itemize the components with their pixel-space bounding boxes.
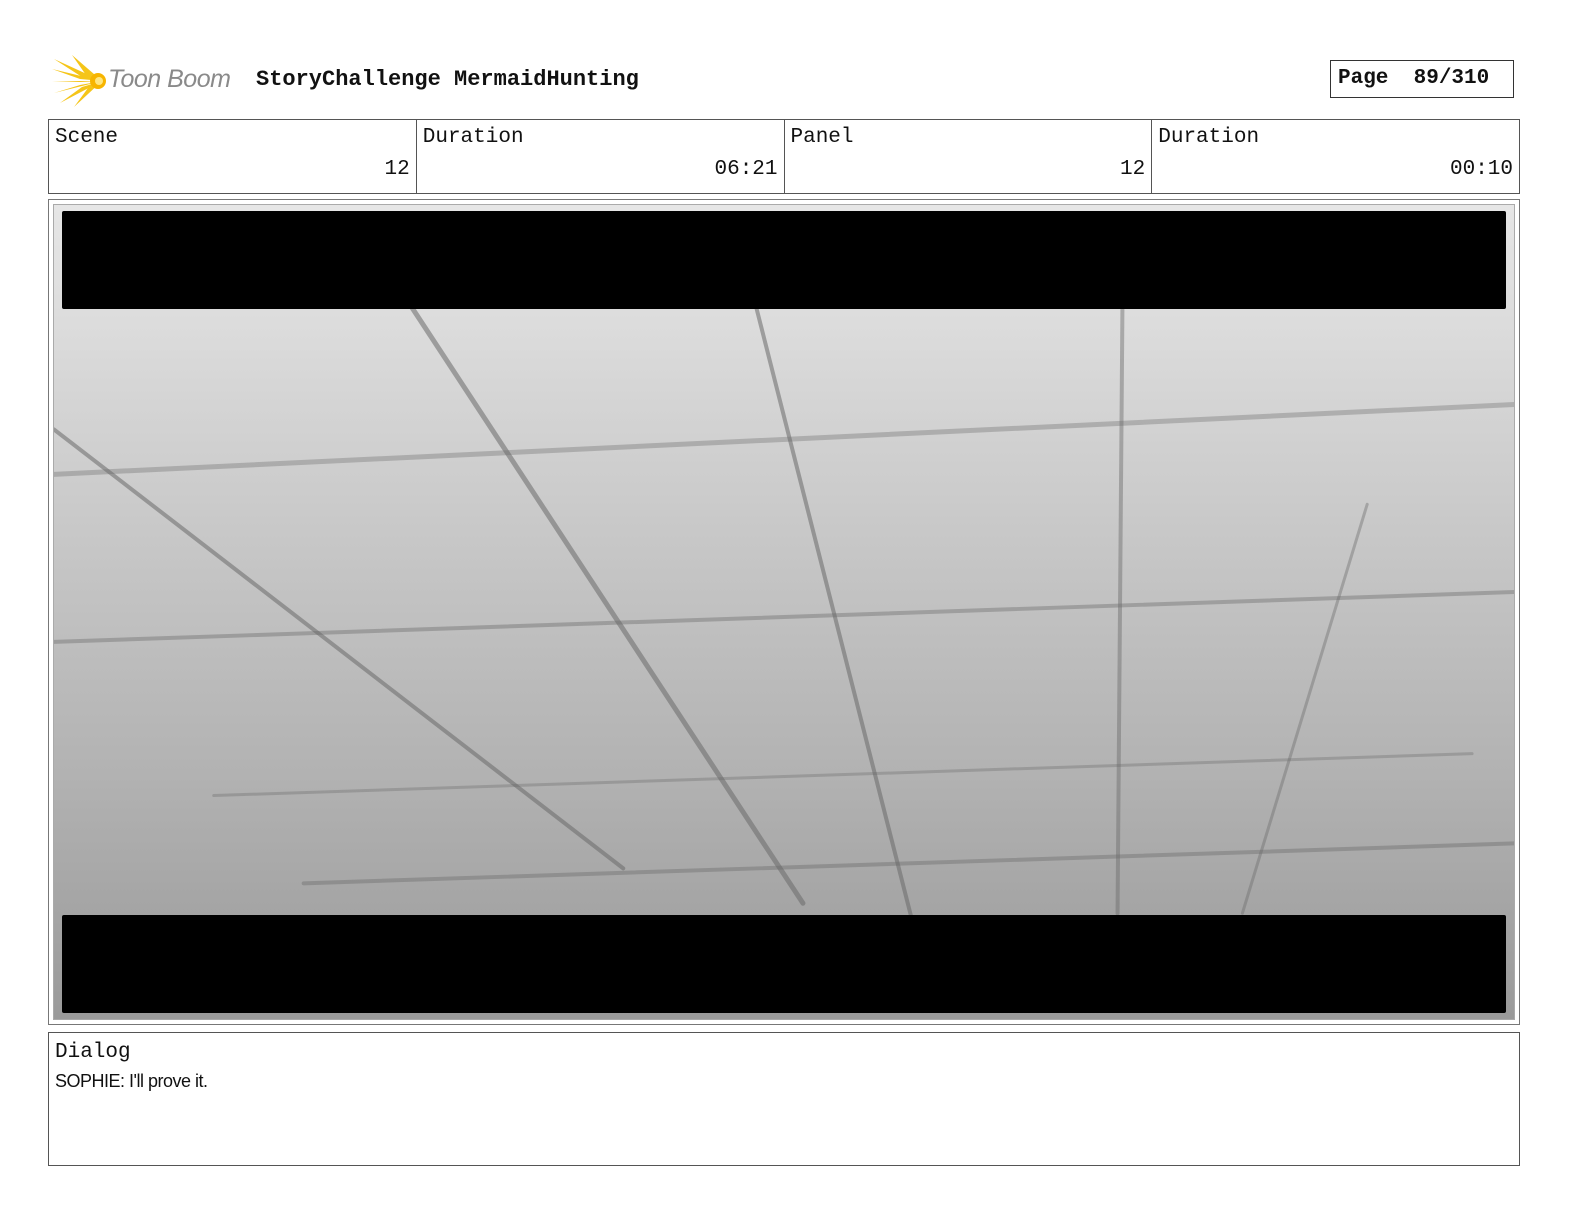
scene-value: 12 [384, 158, 410, 181]
info-table: Scene 12 Duration 06:21 Panel 12 Duratio… [48, 119, 1520, 194]
letterbox-bottom [62, 915, 1506, 1013]
logo-text: Toon Boom [108, 65, 231, 93]
toon-boom-logo: Toon Boom [52, 55, 242, 107]
scene-duration-value: 06:21 [714, 158, 778, 181]
ceiling-grid-drawing [54, 292, 1514, 926]
dialog-text: SOPHIE: I'll prove it. [55, 1071, 208, 1091]
scene-label: Scene [55, 126, 119, 149]
scene-duration-label: Duration [422, 126, 524, 149]
page-header: Toon Boom StoryChallenge MermaidHunting … [48, 55, 1538, 107]
panel-duration-cell: Duration 00:10 [1152, 120, 1519, 193]
panel-duration-value: 00:10 [1449, 158, 1513, 181]
dialog-box: Dialog SOPHIE: I'll prove it. [48, 1032, 1520, 1166]
dialog-label: Dialog [55, 1041, 131, 1064]
panel-image [53, 204, 1515, 1020]
page-number: Page 89/310 [1330, 60, 1514, 98]
letterbox-top [62, 211, 1506, 309]
panel-duration-label: Duration [1158, 126, 1260, 149]
starburst-icon [52, 55, 106, 107]
scene-cell: Scene 12 [49, 120, 417, 193]
storyboard-panel [48, 199, 1520, 1025]
panel-cell: Panel 12 [785, 120, 1153, 193]
scene-duration-cell: Duration 06:21 [417, 120, 785, 193]
panel-value: 12 [1120, 158, 1146, 181]
project-title: StoryChallenge MermaidHunting [256, 67, 639, 92]
panel-label: Panel [790, 126, 854, 149]
